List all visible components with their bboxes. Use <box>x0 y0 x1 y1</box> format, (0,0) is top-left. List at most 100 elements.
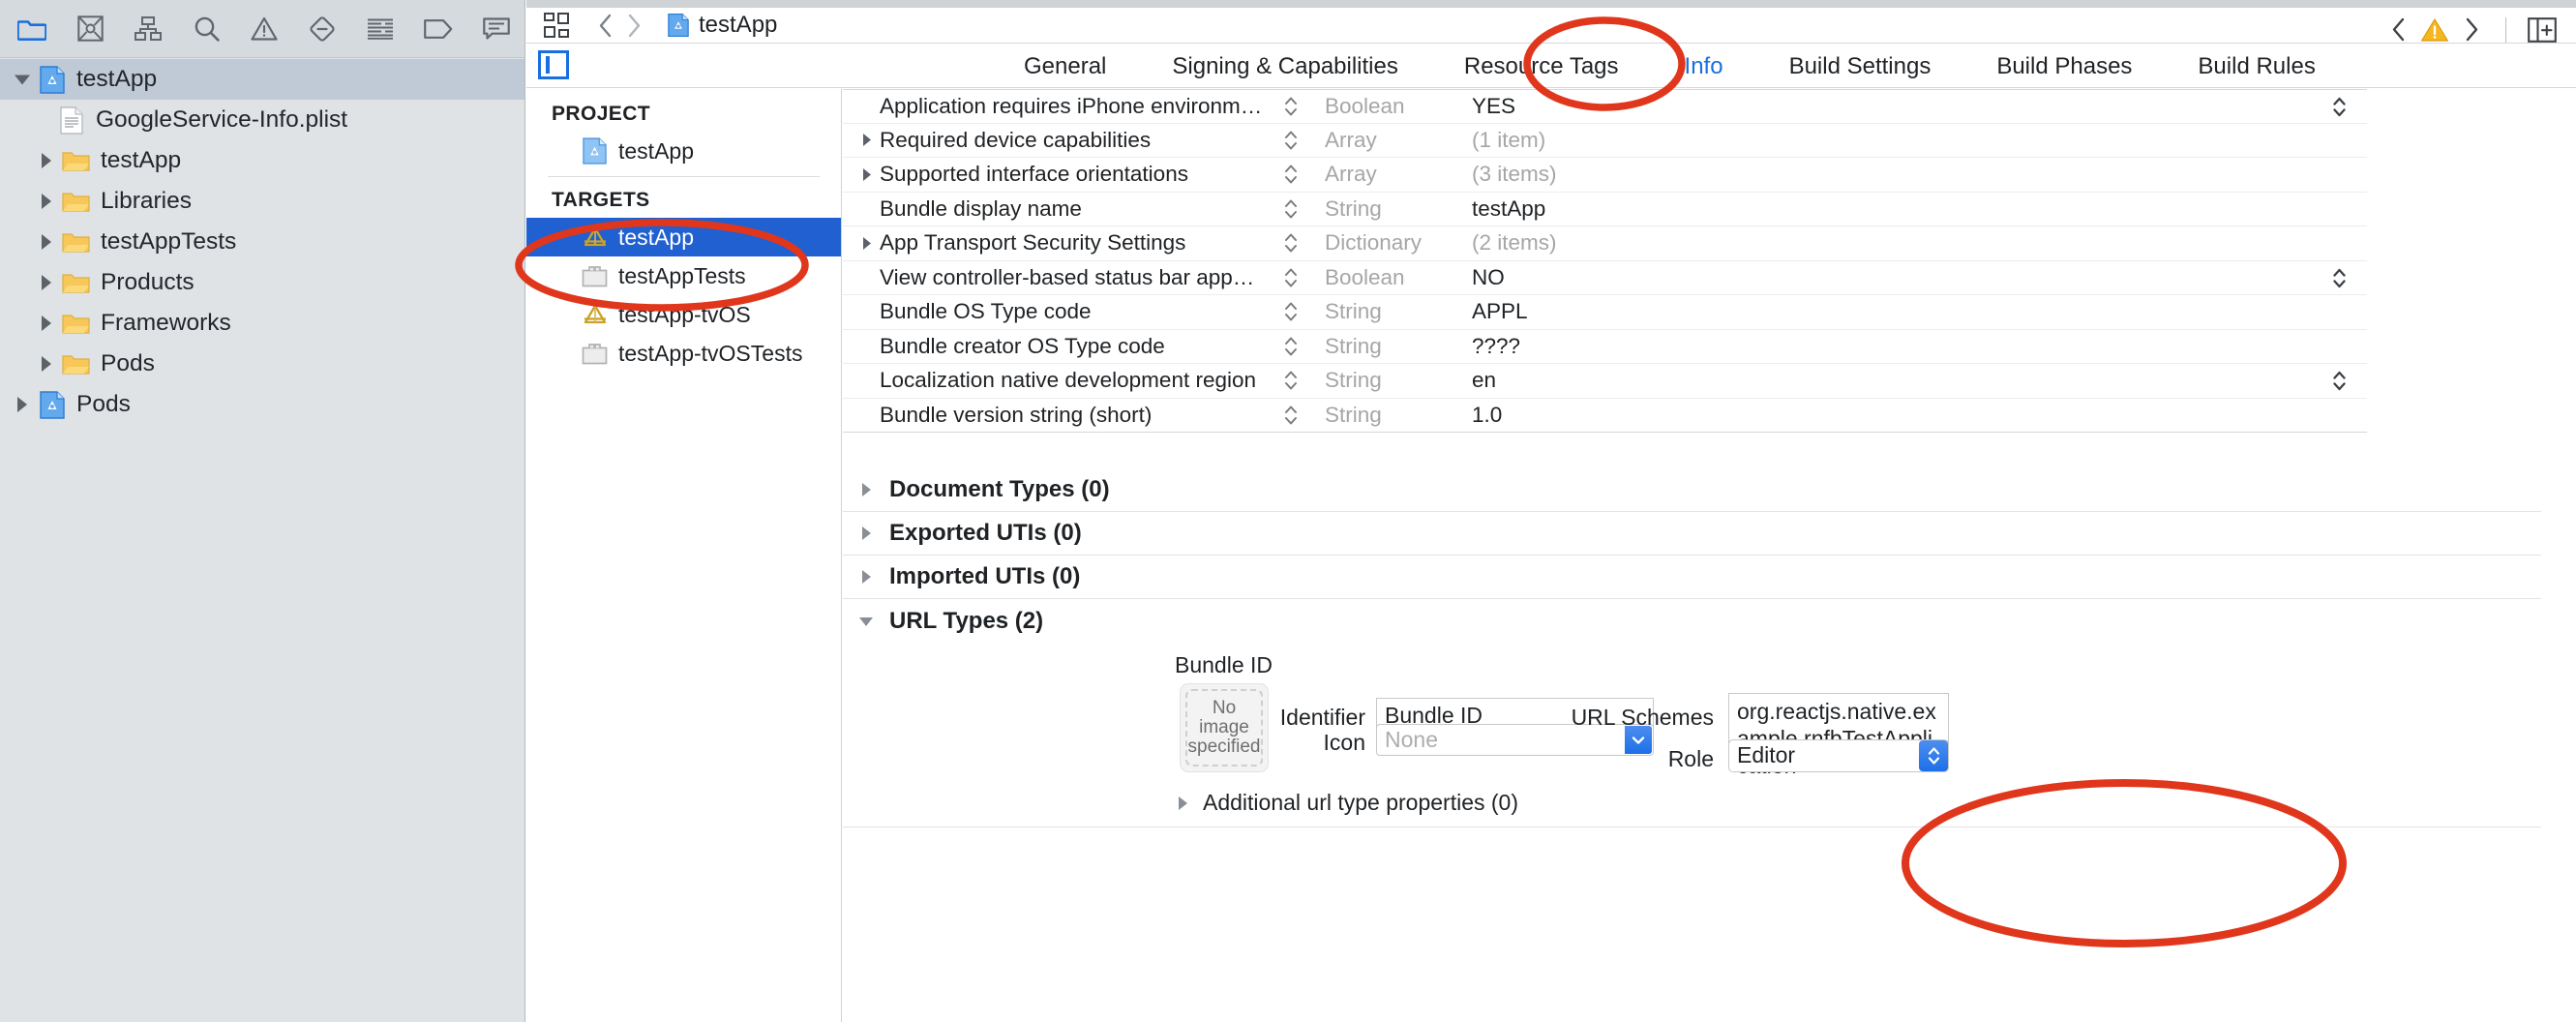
breadcrumb[interactable]: testApp <box>668 12 777 39</box>
table-row[interactable]: Bundle creator OS Type code String ???? <box>843 330 2367 364</box>
property-key[interactable]: Localization native development region <box>843 368 1278 393</box>
section-document-types[interactable]: Document Types (0) <box>843 468 2541 512</box>
chevron-right-icon[interactable] <box>12 394 33 415</box>
nav-row-googleservice-plist[interactable]: GoogleService-Info.plist <box>0 100 524 140</box>
chevron-right-icon[interactable] <box>36 150 57 171</box>
property-type[interactable]: Dictionary <box>1303 230 1458 256</box>
property-key[interactable]: App Transport Security Settings <box>843 230 1278 256</box>
property-value[interactable]: ???? <box>1458 334 2367 359</box>
property-key[interactable]: Supported interface orientations <box>843 162 1278 187</box>
warning-triangle-icon[interactable] <box>2418 15 2451 45</box>
property-stepper[interactable] <box>1278 299 1303 324</box>
hierarchy-icon[interactable] <box>132 13 165 45</box>
property-value[interactable]: en <box>1458 368 2367 393</box>
stepper-chevrons-icon[interactable] <box>1919 740 1948 771</box>
tab-signing-capabilities[interactable]: Signing & Capabilities <box>1139 45 1430 88</box>
table-row[interactable]: Supported interface orientations Array (… <box>843 158 2367 193</box>
property-key[interactable]: View controller-based status bar app… <box>843 265 1278 290</box>
property-type[interactable]: String <box>1303 368 1458 393</box>
property-stepper[interactable] <box>1278 403 1303 428</box>
property-key[interactable]: Bundle version string (short) <box>843 403 1278 428</box>
table-row[interactable]: View controller-based status bar app… Bo… <box>843 261 2367 296</box>
tab-general[interactable]: General <box>991 45 1139 88</box>
property-stepper[interactable] <box>1278 265 1303 290</box>
property-key[interactable]: Bundle creator OS Type code <box>843 334 1278 359</box>
property-value[interactable]: APPL <box>1458 299 2367 324</box>
previous-issue-button[interactable] <box>2383 14 2412 46</box>
property-stepper[interactable] <box>1278 368 1303 393</box>
folder-icon[interactable] <box>15 13 48 45</box>
property-type[interactable]: String <box>1303 196 1458 222</box>
table-row[interactable]: Bundle display name String testApp <box>843 193 2367 226</box>
property-value[interactable]: (2 items) <box>1458 230 2367 256</box>
table-row[interactable]: Bundle version string (short) String 1.0 <box>843 399 2367 433</box>
property-stepper[interactable] <box>1278 128 1303 153</box>
property-value[interactable]: (3 items) <box>1458 162 2367 187</box>
property-type[interactable]: String <box>1303 403 1458 428</box>
property-key[interactable]: Bundle display name <box>843 196 1278 222</box>
breakpoint-tag-icon[interactable] <box>422 13 455 45</box>
test-diamond-icon[interactable] <box>306 13 339 45</box>
property-stepper[interactable] <box>1278 196 1303 222</box>
warning-triangle-icon[interactable] <box>248 13 281 45</box>
search-icon[interactable] <box>190 13 223 45</box>
property-value[interactable]: 1.0 <box>1458 403 2367 428</box>
tab-build-settings[interactable]: Build Settings <box>1756 45 1964 88</box>
property-value[interactable]: testApp <box>1458 196 2367 222</box>
nav-row-testapptests-folder[interactable]: testAppTests <box>0 222 524 262</box>
table-row[interactable]: Bundle OS Type code String APPL <box>843 295 2367 330</box>
tab-build-rules[interactable]: Build Rules <box>2165 45 2348 88</box>
related-items-icon[interactable] <box>540 9 573 42</box>
property-type[interactable]: String <box>1303 334 1458 359</box>
target-item-testapp-tvos[interactable]: testApp-tvOS <box>526 295 841 334</box>
section-imported-utis[interactable]: Imported UTIs (0) <box>843 556 2541 599</box>
additional-url-type-properties[interactable]: Additional url type properties (0) <box>1172 790 1518 816</box>
chevron-right-icon[interactable] <box>36 272 57 293</box>
section-url-types[interactable]: URL Types (2) <box>843 599 2541 643</box>
table-row[interactable]: App Transport Security Settings Dictiona… <box>843 226 2367 261</box>
tab-build-phases[interactable]: Build Phases <box>1963 45 2165 88</box>
property-value[interactable]: NO <box>1458 265 2367 290</box>
chevron-right-icon[interactable] <box>36 313 57 334</box>
role-select[interactable]: Editor <box>1728 739 1949 772</box>
chevron-right-icon[interactable] <box>856 130 878 151</box>
section-exported-utis[interactable]: Exported UTIs (0) <box>843 512 2541 556</box>
property-value[interactable]: (1 item) <box>1458 128 2367 153</box>
property-type[interactable]: Boolean <box>1303 94 1458 119</box>
chevron-down-icon[interactable] <box>854 611 878 632</box>
chevron-right-icon[interactable] <box>36 353 57 375</box>
nav-row-products-folder[interactable]: Products <box>0 262 524 303</box>
tab-resource-tags[interactable]: Resource Tags <box>1431 45 1652 88</box>
value-stepper[interactable] <box>2331 261 2348 296</box>
chevron-right-icon[interactable] <box>856 232 878 254</box>
nav-row-libraries-folder[interactable]: Libraries <box>0 181 524 222</box>
tab-info[interactable]: Info <box>1652 45 1756 88</box>
add-editor-icon[interactable] <box>2526 15 2559 45</box>
chevron-right-icon[interactable] <box>854 566 878 587</box>
nav-row-pods-folder[interactable]: Pods <box>0 344 524 384</box>
property-type[interactable]: Array <box>1303 128 1458 153</box>
property-type[interactable]: Boolean <box>1303 265 1458 290</box>
nav-row-pods-project[interactable]: Pods <box>0 384 524 425</box>
forward-button[interactable] <box>619 9 648 42</box>
report-bubble-icon[interactable] <box>480 13 513 45</box>
nav-row-testapp-project[interactable]: testApp <box>0 59 524 100</box>
property-stepper[interactable] <box>1278 162 1303 187</box>
nav-row-testapp-folder[interactable]: testApp <box>0 140 524 181</box>
property-key[interactable]: Bundle OS Type code <box>843 299 1278 324</box>
project-item-testapp[interactable]: testApp <box>526 132 841 170</box>
table-row[interactable]: Localization native development region S… <box>843 364 2367 399</box>
back-button[interactable] <box>590 9 619 42</box>
target-item-testapp-tvostests[interactable]: testApp-tvOSTests <box>526 334 841 373</box>
chevron-right-icon[interactable] <box>36 191 57 212</box>
chevron-right-icon[interactable] <box>854 479 878 500</box>
chevron-right-icon[interactable] <box>36 231 57 253</box>
property-stepper[interactable] <box>1278 334 1303 359</box>
target-item-testapp[interactable]: testApp <box>526 218 841 256</box>
table-row[interactable]: Required device capabilities Array (1 it… <box>843 124 2367 158</box>
value-stepper[interactable] <box>2331 90 2348 125</box>
property-key[interactable]: Required device capabilities <box>843 128 1278 153</box>
debug-list-icon[interactable] <box>364 13 397 45</box>
toggle-project-panel-icon[interactable] <box>538 50 569 81</box>
chevron-right-icon[interactable] <box>1172 793 1193 814</box>
